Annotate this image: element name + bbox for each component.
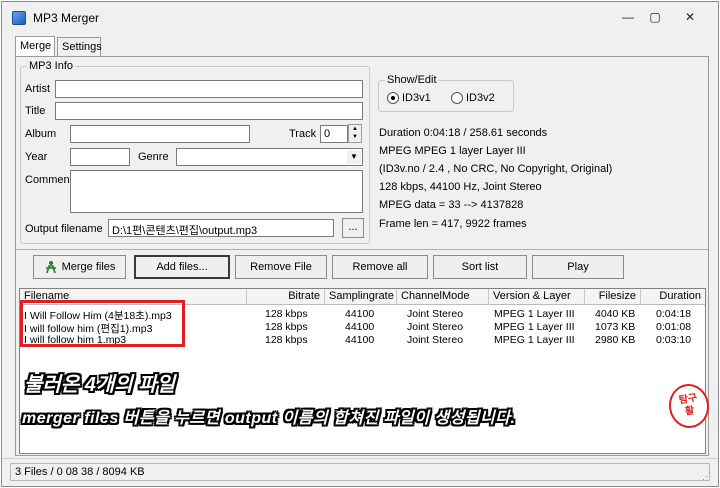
cell-bitrate: 128 kbps — [265, 308, 308, 320]
track-spinner[interactable]: ▲ ▼ — [348, 124, 362, 143]
radio-selected-icon — [387, 92, 399, 104]
cell-samplingrate: 44100 — [345, 321, 375, 333]
merge-person-icon — [45, 261, 56, 274]
comment-input[interactable] — [70, 170, 363, 213]
cell-samplingrate: 44100 — [345, 308, 375, 320]
status-bar: 3 Files / 0 08 38 / 8094 KB ⋰ — [2, 458, 718, 486]
genre-label: Genre — [138, 151, 169, 163]
title-input[interactable] — [55, 102, 363, 120]
info-frame-len: Frame len = 417, 9922 frames — [379, 218, 527, 230]
cell-filesize: 4040 KB — [595, 308, 636, 320]
year-label: Year — [25, 151, 48, 163]
album-label: Album — [25, 128, 57, 140]
cell-duration: 0:01:08 — [656, 321, 692, 333]
radio-id3v2-label: ID3v2 — [466, 92, 495, 104]
artist-label: Artist — [25, 83, 51, 95]
show-edit-legend: Show/Edit — [385, 74, 439, 86]
play-button[interactable]: Play — [532, 255, 624, 279]
artist-input[interactable] — [55, 80, 363, 98]
track-input[interactable]: 0 — [320, 125, 348, 143]
radio-id3v2[interactable]: ID3v2 — [451, 92, 495, 104]
annotation-caption-instructions: merger files 버튼을 누르면 output 이름의 합쳐진 파일이 … — [22, 410, 516, 427]
highlight-box — [20, 300, 185, 347]
browse-button[interactable]: ... — [342, 218, 364, 238]
tab-merge[interactable]: Merge — [15, 36, 55, 57]
output-filename-label: Output filename — [25, 223, 103, 235]
remove-file-button[interactable]: Remove File — [235, 255, 327, 279]
comment-label: Comment — [25, 174, 73, 186]
cell-filesize: 1073 KB — [595, 321, 636, 333]
radio-id3v1[interactable]: ID3v1 — [387, 92, 431, 104]
minimize-button[interactable]: — — [615, 8, 641, 26]
year-input[interactable] — [70, 148, 130, 166]
tab-settings[interactable]: Settings — [57, 37, 102, 57]
radio-id3v1-label: ID3v1 — [402, 92, 431, 104]
cell-filesize: 2980 KB — [595, 334, 636, 346]
col-duration[interactable]: Duration — [641, 289, 705, 305]
cell-channelmode: Joint Stereo — [407, 334, 464, 346]
add-files-button[interactable]: Add files... — [134, 255, 230, 279]
cell-channelmode: Joint Stereo — [407, 308, 464, 320]
info-bitrate: 128 kbps, 44100 Hz, Joint Stereo — [379, 181, 542, 193]
track-label: Track — [289, 128, 317, 140]
merge-files-button[interactable]: Merge files — [33, 255, 126, 279]
cell-bitrate: 128 kbps — [265, 321, 308, 333]
genre-select[interactable]: ▼ — [176, 148, 363, 166]
mp3-info-legend: MP3 Info — [27, 60, 76, 72]
cell-version-layer: MPEG 1 Layer III — [494, 308, 575, 320]
spin-up-icon[interactable]: ▲ — [349, 125, 361, 133]
cell-version-layer: MPEG 1 Layer III — [494, 334, 575, 346]
maximize-button[interactable]: ▢ — [642, 8, 668, 26]
cell-version-layer: MPEG 1 Layer III — [494, 321, 575, 333]
spin-down-icon[interactable]: ▼ — [349, 133, 361, 141]
col-filesize[interactable]: Filesize — [585, 289, 641, 305]
app-window: MP3 Merger — ▢ ✕ Merge Settings MP3 Info… — [1, 1, 719, 487]
cell-channelmode: Joint Stereo — [407, 321, 464, 333]
cell-duration: 0:03:10 — [656, 334, 692, 346]
sort-list-button[interactable]: Sort list — [433, 255, 527, 279]
status-text: 3 Files / 0 08 38 / 8094 KB — [10, 463, 710, 481]
toolbar-divider — [16, 249, 708, 250]
close-button[interactable]: ✕ — [677, 8, 703, 26]
cell-samplingrate: 44100 — [345, 334, 375, 346]
col-channelmode[interactable]: ChannelMode — [397, 289, 489, 305]
output-filename-input[interactable]: D:\1편\콘텐츠\편집\output.mp3 — [108, 219, 334, 237]
merge-files-label: Merge files — [61, 261, 116, 273]
annotation-caption-files: 불러온 4개의 파일 — [24, 374, 176, 396]
app-icon — [12, 11, 26, 25]
radio-unselected-icon — [451, 92, 463, 104]
window-title: MP3 Merger — [33, 11, 100, 25]
cell-duration: 0:04:18 — [656, 308, 692, 320]
cell-bitrate: 128 kbps — [265, 334, 308, 346]
resize-grip-icon[interactable]: ⋰ — [702, 471, 714, 483]
title-bar[interactable]: MP3 Merger — ▢ ✕ — [2, 2, 718, 32]
info-id3-flags: (ID3v.no / 2.4 , No CRC, No Copyright, O… — [379, 163, 613, 175]
col-samplingrate[interactable]: Samplingrate — [325, 289, 397, 305]
chevron-down-icon[interactable]: ▼ — [347, 150, 361, 164]
col-version-layer[interactable]: Version & Layer — [489, 289, 585, 305]
remove-all-button[interactable]: Remove all — [332, 255, 428, 279]
title-label: Title — [25, 105, 46, 117]
info-mpeg-layer: MPEG MPEG 1 layer Layer III — [379, 145, 526, 157]
album-input[interactable] — [70, 125, 250, 143]
col-bitrate[interactable]: Bitrate — [247, 289, 325, 305]
info-mpeg-data: MPEG data = 33 --> 4137828 — [379, 199, 524, 211]
info-duration: Duration 0:04:18 / 258.61 seconds — [379, 127, 548, 139]
